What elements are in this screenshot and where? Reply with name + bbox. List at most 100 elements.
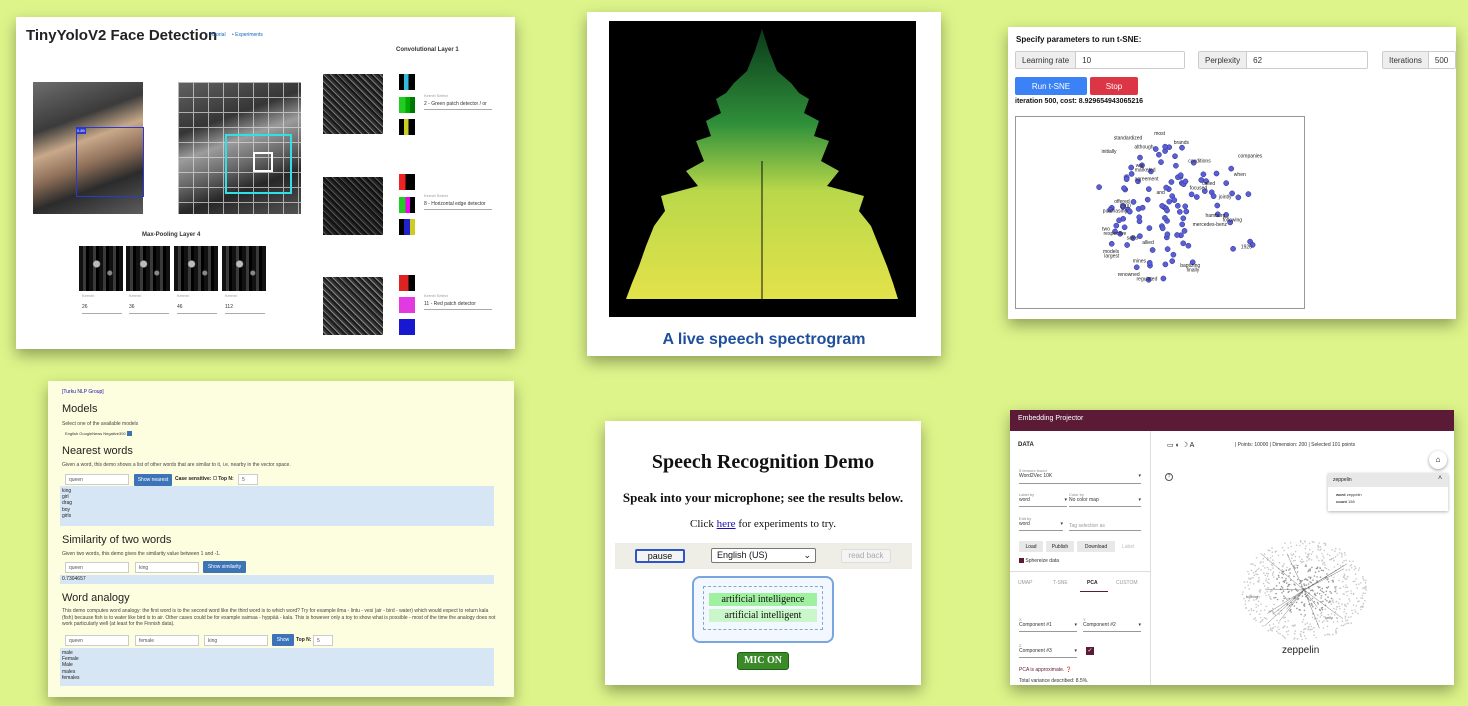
embedding-point <box>1352 604 1355 606</box>
embedding-point <box>1336 620 1339 623</box>
tag-selection-input[interactable]: Tag selection as <box>1069 523 1141 529</box>
turku-group-link[interactable]: [Turku NLP Group] <box>62 389 104 395</box>
embedding-point <box>1318 620 1321 622</box>
run-tsne-button[interactable]: Run t-SNE <box>1015 77 1087 95</box>
label-button[interactable]: Label <box>1122 544 1134 550</box>
perplexity-value[interactable]: 62 <box>1247 52 1268 68</box>
embedding-point <box>1302 618 1305 621</box>
embedding-point <box>1250 563 1252 565</box>
help-icon[interactable]: ? <box>1165 473 1173 481</box>
similarity-input-2[interactable]: king <box>135 562 199 573</box>
label-icon[interactable]: A <box>1190 442 1195 449</box>
nearest-topn[interactable]: 5 <box>238 474 258 485</box>
sphereize-checkbox[interactable] <box>1019 558 1024 564</box>
tsne-point <box>1176 209 1183 215</box>
embedding-point <box>1332 633 1334 636</box>
embedding-point <box>1264 574 1267 577</box>
edit-by-select[interactable]: Edit by word ▾ <box>1019 516 1063 527</box>
tsne-point <box>1223 180 1230 186</box>
show-analogy-button[interactable]: Show <box>272 634 294 646</box>
tsne-point <box>1133 264 1140 271</box>
stop-button[interactable]: Stop <box>1090 77 1138 95</box>
iterations-value[interactable]: 500 <box>1429 52 1454 68</box>
embedding-point <box>1313 575 1316 577</box>
embedding-point <box>1303 635 1306 637</box>
show-nearest-button[interactable]: Show nearest <box>134 474 172 486</box>
tsne-point <box>1139 204 1146 211</box>
pca-x-select[interactable]: X Component #1 ▾ <box>1019 617 1077 628</box>
embedding-point <box>1299 609 1301 611</box>
experiments-link[interactable]: here <box>717 518 736 530</box>
label-by-select[interactable]: Label by word ▾ <box>1019 492 1067 503</box>
embedding-point <box>1275 585 1278 587</box>
analogy-topn[interactable]: 5 <box>313 635 333 646</box>
projector-sidebar: DATA 5 tensors found Word2Vec 10K ▾ Label … <box>1010 431 1151 685</box>
pca-z-select[interactable]: Z Component #3 ▾ <box>1019 643 1077 654</box>
tensor-select[interactable]: 5 tensors found Word2Vec 10K ▾ <box>1019 468 1141 479</box>
tsne-point <box>1169 258 1176 264</box>
embedding-point <box>1253 609 1255 612</box>
tab-pca[interactable]: PCA <box>1087 580 1098 586</box>
embedding-point <box>1346 619 1349 621</box>
night-mode-icon[interactable]: ◐ <box>1176 442 1180 449</box>
embedding-point <box>1341 552 1343 555</box>
embedding-point <box>1350 616 1352 618</box>
similarity-input-1[interactable]: queen <box>65 562 129 573</box>
analogy-input-1[interactable]: queen <box>65 635 129 646</box>
kernel-select-3[interactable]: 11 - Red patch detector <box>424 301 476 307</box>
show-similarity-button[interactable]: Show similarity <box>203 561 246 573</box>
chevron-down-icon: ▾ <box>1060 521 1063 527</box>
embedding-point <box>1343 593 1345 595</box>
perplexity-field[interactable]: Perplexity 62 <box>1198 51 1368 69</box>
pool-kernel-value-1[interactable]: 26 <box>82 304 88 310</box>
embedding-point <box>1344 617 1346 619</box>
tab-tsne[interactable]: T-SNE <box>1053 580 1068 586</box>
kernel-select-2[interactable]: 8 - Horizontal edge detector <box>424 201 486 207</box>
kernel-select-1[interactable]: 2 - Green patch detector / or <box>424 101 487 107</box>
embedding-point <box>1316 576 1318 578</box>
moon-icon[interactable]: ☽ <box>1182 442 1188 449</box>
embedding-point <box>1331 557 1333 560</box>
download-button[interactable]: Download <box>1077 541 1115 552</box>
load-button[interactable]: Load <box>1019 541 1043 552</box>
embedding-point <box>1299 560 1302 563</box>
analogy-input-2[interactable]: female <box>135 635 199 646</box>
learning-rate-field[interactable]: Learning rate 10 <box>1015 51 1185 69</box>
learning-rate-value[interactable]: 10 <box>1076 52 1097 68</box>
tutorial-link[interactable]: • Tutorial <box>206 32 226 38</box>
embedding-point <box>1283 549 1285 552</box>
embedding-point <box>1334 556 1337 558</box>
pca-z-checkbox[interactable]: ✓ <box>1086 647 1094 655</box>
model-option[interactable]: English GoogleNews Negative300 <box>65 431 132 437</box>
chevron-up-icon[interactable]: ˄ <box>1438 475 1442 482</box>
pca-y-select[interactable]: Y Component #2 ▾ <box>1083 617 1141 628</box>
home-icon[interactable]: ⌂ <box>1429 451 1447 469</box>
embedding-point <box>1255 610 1258 613</box>
embedding-point <box>1278 628 1280 631</box>
variance-text: Total variance described: 8.5%. <box>1019 678 1089 684</box>
experiments-link[interactable]: • Experiments <box>232 32 263 38</box>
kernel-swatch-1c <box>399 119 415 135</box>
mic-on-button[interactable]: MIC ON <box>737 652 789 670</box>
iterations-field[interactable]: Iterations 500 <box>1382 51 1456 69</box>
language-select[interactable]: English (US) ⌄ <box>711 548 816 563</box>
sphereize-row[interactable]: Sphereize data <box>1019 558 1059 564</box>
embedding-point <box>1300 630 1302 633</box>
pool-kernel-value-2[interactable]: 36 <box>129 304 135 310</box>
pause-button[interactable]: pause <box>635 549 685 563</box>
analogy-input-3[interactable]: king <box>204 635 268 646</box>
tsne-word-label: finally <box>1187 267 1200 273</box>
publish-button[interactable]: Publish <box>1046 541 1074 552</box>
help-icon[interactable]: ❓ <box>1066 667 1072 673</box>
tsne-word-label: when <box>1234 172 1246 178</box>
bounding-box-icon[interactable]: ▭ <box>1167 442 1174 449</box>
tab-custom[interactable]: CUSTOM <box>1116 580 1138 586</box>
nearest-input[interactable]: queen <box>65 474 129 485</box>
tsne-point <box>1174 202 1181 209</box>
pool-kernel-value-4[interactable]: 112 <box>225 304 233 310</box>
case-sensitive-checkbox[interactable] <box>212 476 217 480</box>
pool-kernel-value-3[interactable]: 46 <box>177 304 183 310</box>
color-by-select[interactable]: Color by No color map ▾ <box>1069 492 1141 503</box>
tab-umap[interactable]: UMAP <box>1018 580 1032 586</box>
read-back-button[interactable]: read back <box>841 549 891 563</box>
